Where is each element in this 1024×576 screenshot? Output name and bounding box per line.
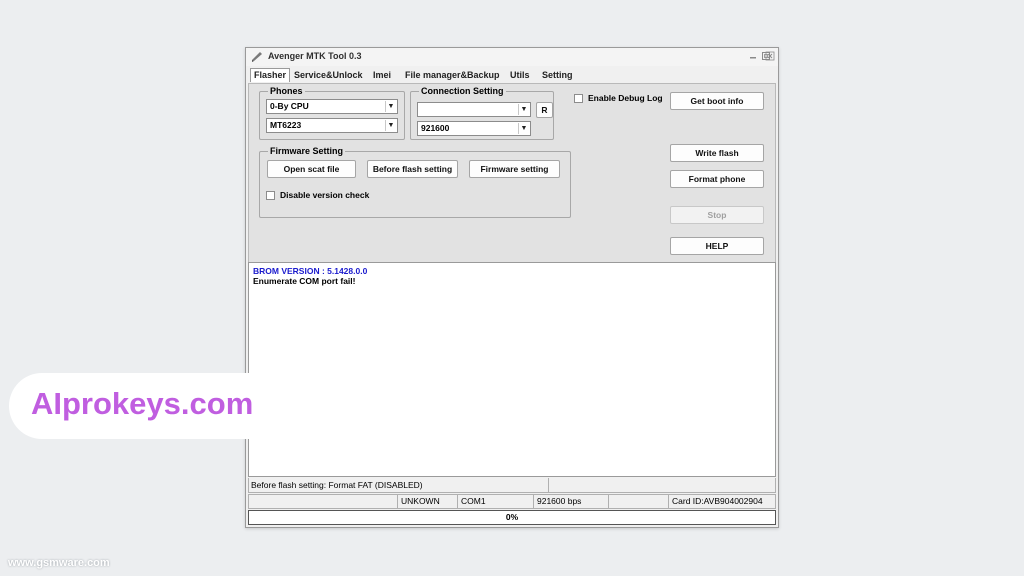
tab-file-manager-backup[interactable]: File manager&Backup bbox=[405, 70, 500, 80]
connection-group: Connection Setting ▼ R 921600 ▼ bbox=[410, 85, 554, 140]
minimize-icon[interactable] bbox=[748, 51, 758, 61]
log-output[interactable]: BROM VERSION : 5.1428.0.0 Enumerate COM … bbox=[248, 262, 776, 477]
status-cell-empty bbox=[249, 495, 397, 508]
phone-model-value: MT6223 bbox=[270, 120, 302, 130]
tab-flasher[interactable]: Flasher bbox=[250, 68, 291, 82]
status-info-bar: UNKOWN COM1 921600 bps Card ID:AVB904002… bbox=[248, 494, 776, 509]
before-flash-setting-button[interactable]: Before flash setting bbox=[367, 160, 458, 178]
help-button[interactable]: HELP bbox=[670, 237, 764, 255]
progress-label: 0% bbox=[505, 512, 519, 522]
com-port-select[interactable]: ▼ bbox=[417, 102, 531, 117]
promo-text: AIprokeys.com bbox=[31, 386, 254, 421]
write-flash-button[interactable]: Write flash bbox=[670, 144, 764, 162]
debug-log-label: Enable Debug Log bbox=[588, 93, 663, 103]
log-line: Enumerate COM port fail! bbox=[253, 276, 356, 286]
phones-group: Phones 0-By CPU ▼ MT6223 ▼ bbox=[259, 85, 405, 140]
window-title: Avenger MTK Tool 0.3 bbox=[268, 51, 362, 61]
status-baud: 921600 bps bbox=[533, 495, 608, 508]
format-phone-button[interactable]: Format phone bbox=[670, 170, 764, 188]
tab-imei[interactable]: Imei bbox=[373, 70, 391, 80]
chevron-down-icon: ▼ bbox=[385, 120, 396, 131]
chevron-down-icon: ▼ bbox=[518, 104, 529, 115]
status-device: UNKOWN bbox=[397, 495, 457, 508]
progress-bar: 0% bbox=[248, 510, 776, 525]
flasher-panel: Phones 0-By CPU ▼ MT6223 ▼ Connection Se… bbox=[248, 83, 776, 263]
status-message: Before flash setting: Format FAT (DISABL… bbox=[251, 480, 423, 490]
status-message-bar: Before flash setting: Format FAT (DISABL… bbox=[248, 478, 776, 493]
chevron-down-icon: ▼ bbox=[385, 101, 396, 112]
phones-legend: Phones bbox=[268, 85, 305, 97]
tab-utils[interactable]: Utils bbox=[510, 70, 530, 80]
cpu-select[interactable]: 0-By CPU ▼ bbox=[266, 99, 398, 114]
stop-button[interactable]: Stop bbox=[670, 206, 764, 224]
title-bar[interactable]: Avenger MTK Tool 0.3 bbox=[246, 48, 778, 66]
status-card-id: Card ID:AVB904002904 bbox=[668, 495, 775, 508]
get-boot-info-button[interactable]: Get boot info bbox=[670, 92, 764, 110]
app-window: Avenger MTK Tool 0.3 Flasher Service&Unl… bbox=[245, 47, 779, 528]
tab-setting[interactable]: Setting bbox=[542, 70, 573, 80]
debug-log-checkbox[interactable] bbox=[574, 94, 583, 103]
firmware-legend: Firmware Setting bbox=[268, 145, 346, 157]
firmware-group: Firmware Setting Open scat file Before f… bbox=[259, 145, 571, 218]
disable-version-check-checkbox[interactable] bbox=[266, 191, 275, 200]
phone-model-select[interactable]: MT6223 ▼ bbox=[266, 118, 398, 133]
status-port: COM1 bbox=[457, 495, 533, 508]
refresh-port-button[interactable]: R bbox=[536, 102, 553, 118]
status-cell-empty bbox=[608, 495, 668, 508]
cpu-select-value: 0-By CPU bbox=[270, 101, 309, 111]
connection-legend: Connection Setting bbox=[419, 85, 506, 97]
firmware-setting-button[interactable]: Firmware setting bbox=[469, 160, 560, 178]
tab-bar: Flasher Service&Unlock Imei File manager… bbox=[246, 68, 778, 83]
baud-rate-value: 921600 bbox=[421, 123, 450, 133]
watermark: www.gsmware.com bbox=[8, 557, 110, 569]
app-icon bbox=[252, 52, 262, 62]
tab-service-unlock[interactable]: Service&Unlock bbox=[294, 70, 363, 80]
close-icon[interactable] bbox=[765, 51, 775, 61]
baud-rate-select[interactable]: 921600 ▼ bbox=[417, 121, 531, 136]
status-separator bbox=[548, 478, 549, 492]
log-line: BROM VERSION : 5.1428.0.0 bbox=[253, 266, 368, 276]
promo-badge: AIprokeys.com bbox=[9, 373, 339, 439]
chevron-down-icon: ▼ bbox=[518, 123, 529, 134]
disable-version-check-label: Disable version check bbox=[280, 190, 370, 200]
open-scat-file-button[interactable]: Open scat file bbox=[267, 160, 356, 178]
